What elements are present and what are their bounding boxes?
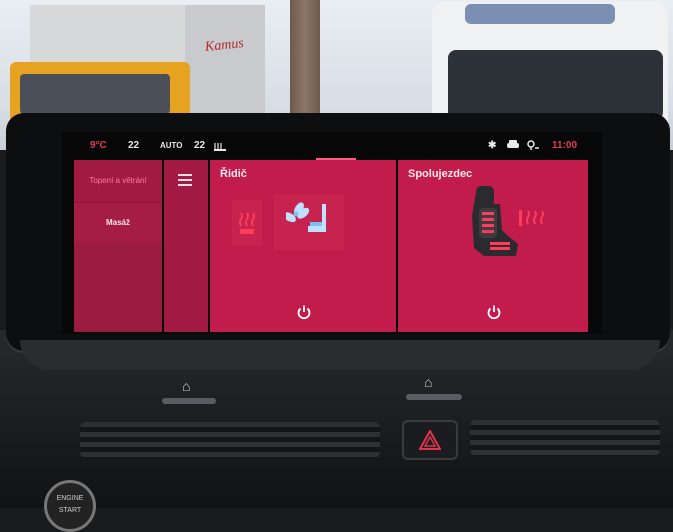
hazard-icon <box>419 430 441 450</box>
driver-title: Řidič <box>220 168 247 180</box>
auto-mode[interactable]: AUTO <box>160 141 183 150</box>
menu-icon[interactable] <box>178 174 192 186</box>
car-status-icon <box>506 140 520 153</box>
passenger-title: Spolujezdec <box>408 168 473 180</box>
bus-window <box>448 50 663 120</box>
outside-temp: 9°C <box>90 140 107 151</box>
bluetooth-icon: ✱ <box>488 140 497 151</box>
menu-item-heating-ventilation[interactable]: Topení a větrání <box>74 160 162 202</box>
right-temp[interactable]: 22 <box>194 140 205 151</box>
air-vent-right <box>470 420 660 456</box>
seat-heat-icon[interactable] <box>214 140 226 154</box>
hamburger-column <box>164 160 208 332</box>
power-icon <box>487 305 501 320</box>
bezel-bottom <box>20 340 660 370</box>
clock: 11:00 <box>552 140 578 151</box>
power-icon <box>297 305 311 320</box>
car-icon[interactable]: ⌂ <box>182 378 190 394</box>
infotainment-screen: 9°C 22 AUTO 22 ✱ 11:00 Topení a větrání … <box>62 132 602 334</box>
status-bar: 9°C 22 AUTO 22 ✱ 11:00 <box>62 138 602 154</box>
seat-heat-icon <box>238 212 258 239</box>
seat-image <box>464 186 520 269</box>
driver-panel: Řidič <box>210 160 396 332</box>
home-shortcut-button[interactable] <box>406 394 462 400</box>
driver-power-button[interactable] <box>296 304 312 320</box>
passenger-panel: Spolujezdec <box>398 160 588 332</box>
bus-roof <box>465 4 615 24</box>
truck-window <box>20 74 170 114</box>
tree-trunk <box>290 0 320 130</box>
passenger-power-button[interactable] <box>486 304 502 320</box>
hazard-button[interactable] <box>402 420 458 460</box>
seat-ventilation-icon <box>283 200 330 245</box>
left-temp[interactable]: 22 <box>128 140 139 151</box>
home-icon[interactable]: ⌂ <box>424 374 432 390</box>
menu-item-massage[interactable]: Masáž <box>74 202 162 243</box>
seat-heat-icon[interactable] <box>518 206 552 231</box>
car-shortcut-button[interactable] <box>162 398 216 404</box>
location-icon <box>526 140 540 154</box>
air-vent-left <box>80 422 380 458</box>
engine-start-button[interactable]: ENGINE START <box>44 480 96 532</box>
side-menu: Topení a větrání Masáž <box>74 160 162 332</box>
truck-box-side <box>185 5 265 120</box>
